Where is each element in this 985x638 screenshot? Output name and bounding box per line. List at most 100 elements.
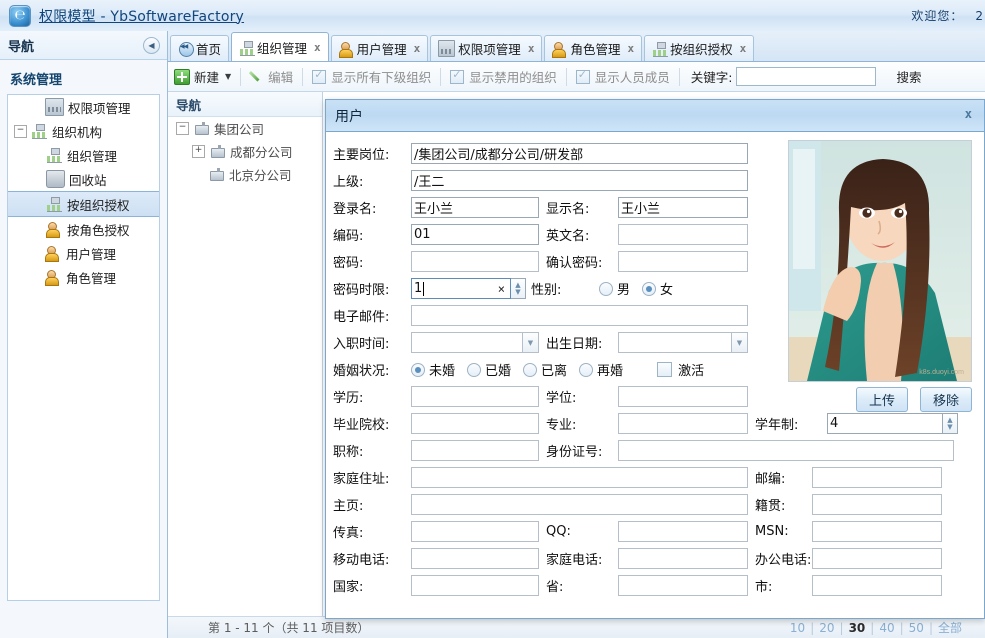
code-field[interactable]: 01	[411, 224, 539, 245]
confirm-password-field[interactable]	[618, 251, 748, 272]
country-field[interactable]	[411, 575, 539, 596]
show-all-suborgs-checkbox[interactable]: 显示所有下级组织	[312, 67, 431, 86]
upload-button[interactable]: 上传	[855, 387, 908, 412]
tab-close-icon[interactable]: x	[740, 42, 747, 55]
school-years-field[interactable]: 4	[827, 413, 943, 434]
tree-expander-icon[interactable]: −	[14, 124, 27, 138]
superior-field[interactable]: /王二	[411, 170, 748, 191]
sidebar-item-user-manage[interactable]: 用户管理	[8, 241, 159, 265]
home-address-field[interactable]	[411, 467, 748, 488]
login-name-field[interactable]: 王小兰	[411, 197, 539, 218]
mobile-field[interactable]	[411, 548, 539, 569]
display-name-field[interactable]: 王小兰	[618, 197, 748, 218]
page-size-20[interactable]: 20	[814, 621, 839, 635]
user-photo: k8s.duoyi.com	[788, 140, 972, 382]
main-post-field[interactable]: /集团公司/成都分公司/研发部	[411, 143, 748, 164]
fax-field[interactable]	[411, 521, 539, 542]
tab-label: 按组织授权	[670, 42, 733, 57]
tab-grant-by-org[interactable]: 按组织授权 x	[644, 35, 755, 61]
job-title-field[interactable]	[411, 440, 539, 461]
marital-radio-single[interactable]	[411, 362, 425, 377]
tree-expander-icon[interactable]: −	[176, 122, 189, 135]
spin-down-icon[interactable]: ▼	[515, 288, 520, 296]
tab-home[interactable]: 首页	[170, 35, 230, 61]
sidebar-item-org-manage[interactable]: 组织管理	[8, 143, 159, 167]
password-period-field[interactable]: 1 ×	[411, 278, 511, 299]
email-field[interactable]	[411, 305, 748, 326]
qq-field[interactable]	[618, 521, 748, 542]
close-icon[interactable]: x	[965, 107, 972, 121]
sidebar-item-permission-items[interactable]: 权限项管理	[8, 95, 159, 119]
tab-user-manage[interactable]: 用户管理 x	[330, 35, 429, 61]
tab-close-icon[interactable]: x	[528, 42, 535, 55]
search-input[interactable]	[736, 67, 877, 86]
native-place-field[interactable]	[812, 494, 942, 515]
postcode-field[interactable]	[812, 467, 942, 488]
tab-close-icon[interactable]: x	[314, 41, 321, 54]
province-field[interactable]	[618, 575, 748, 596]
tab-close-icon[interactable]: x	[414, 42, 421, 55]
show-disabled-orgs-checkbox[interactable]: 显示禁用的组织	[450, 67, 557, 86]
tab-permission-items[interactable]: 权限项管理 x	[430, 35, 543, 61]
remove-button[interactable]: 移除	[919, 387, 972, 412]
edit-button[interactable]: 编辑	[250, 67, 293, 86]
sidebar-item-grant-by-org[interactable]: 按组织授权	[8, 191, 159, 217]
tab-org-manage[interactable]: 组织管理 x	[231, 32, 329, 61]
birth-date-dropdown-icon[interactable]: ▼	[732, 332, 748, 353]
page-size-all[interactable]: 全部	[933, 619, 967, 636]
clear-icon[interactable]: ×	[498, 282, 505, 296]
page-size-10[interactable]: 10	[785, 621, 810, 635]
gender-radio-female[interactable]	[642, 281, 657, 296]
dialog-body: k8s.duoyi.com 上传 移除 主要岗位: /集团公司/成都分公司/研发…	[326, 132, 984, 619]
marital-radio-divorced[interactable]	[523, 362, 538, 377]
checkbox-icon[interactable]	[575, 68, 590, 84]
marital-radio-remarried[interactable]	[579, 362, 594, 377]
search-button[interactable]: 搜索	[896, 67, 921, 86]
spin-down-icon[interactable]: ▼	[947, 423, 952, 431]
school-field[interactable]	[411, 413, 539, 434]
sidebar-item-recycle-bin[interactable]: 回收站	[8, 167, 159, 191]
msn-field[interactable]	[812, 521, 942, 542]
id-number-field[interactable]	[618, 440, 954, 461]
photo-action-buttons: 上传 移除	[855, 387, 972, 412]
page-size-30[interactable]: 30	[844, 621, 871, 635]
collapse-sidebar-icon[interactable]: ◀	[143, 37, 160, 54]
app-logo-icon: ℮	[9, 4, 31, 27]
tree-node-beijing-branch[interactable]: 北京分公司	[168, 163, 322, 186]
education-field[interactable]	[411, 386, 539, 407]
password-field[interactable]	[411, 251, 539, 272]
major-field[interactable]	[618, 413, 748, 434]
tree-panel-title: 导航	[176, 97, 202, 113]
checkbox-icon[interactable]	[450, 68, 465, 84]
page-size-50[interactable]: 50	[904, 621, 929, 635]
english-name-field[interactable]	[618, 224, 748, 245]
marital-label: 婚姻状况:	[333, 364, 390, 379]
home-phone-field[interactable]	[618, 548, 748, 569]
active-checkbox[interactable]	[657, 362, 673, 377]
page-size-40[interactable]: 40	[874, 621, 899, 635]
sidebar-item-role-manage[interactable]: 角色管理	[8, 265, 159, 289]
homepage-field[interactable]	[411, 494, 748, 515]
sidebar-item-grant-by-role[interactable]: 按角色授权	[8, 217, 159, 241]
school-years-spinner[interactable]: ▲ ▼	[943, 413, 958, 434]
org-grant-icon	[652, 41, 669, 57]
birth-date-field[interactable]	[618, 332, 732, 353]
hire-date-field[interactable]	[411, 332, 523, 353]
checkbox-icon[interactable]	[312, 68, 327, 84]
tab-close-icon[interactable]: x	[627, 42, 634, 55]
tree-node-chengdu-branch[interactable]: + 成都分公司	[168, 140, 322, 163]
show-members-checkbox[interactable]: 显示人员成员	[575, 67, 670, 86]
new-button[interactable]: 新建 ▼	[174, 67, 231, 86]
hire-date-dropdown-icon[interactable]: ▼	[523, 332, 539, 353]
office-phone-field[interactable]	[812, 548, 942, 569]
tree-node-group-company[interactable]: − 集团公司	[168, 117, 322, 140]
spinner-buttons[interactable]: ▲ ▼	[511, 278, 526, 299]
sidebar-item-organization[interactable]: − 组织机构	[8, 119, 159, 143]
chevron-down-icon[interactable]: ▼	[225, 72, 231, 81]
tab-role-manage[interactable]: 角色管理 x	[544, 35, 643, 61]
degree-field[interactable]	[618, 386, 748, 407]
city-field[interactable]	[812, 575, 942, 596]
gender-radio-male[interactable]	[599, 281, 613, 296]
tree-expander-icon[interactable]: +	[192, 145, 205, 158]
marital-radio-married[interactable]	[467, 362, 482, 377]
